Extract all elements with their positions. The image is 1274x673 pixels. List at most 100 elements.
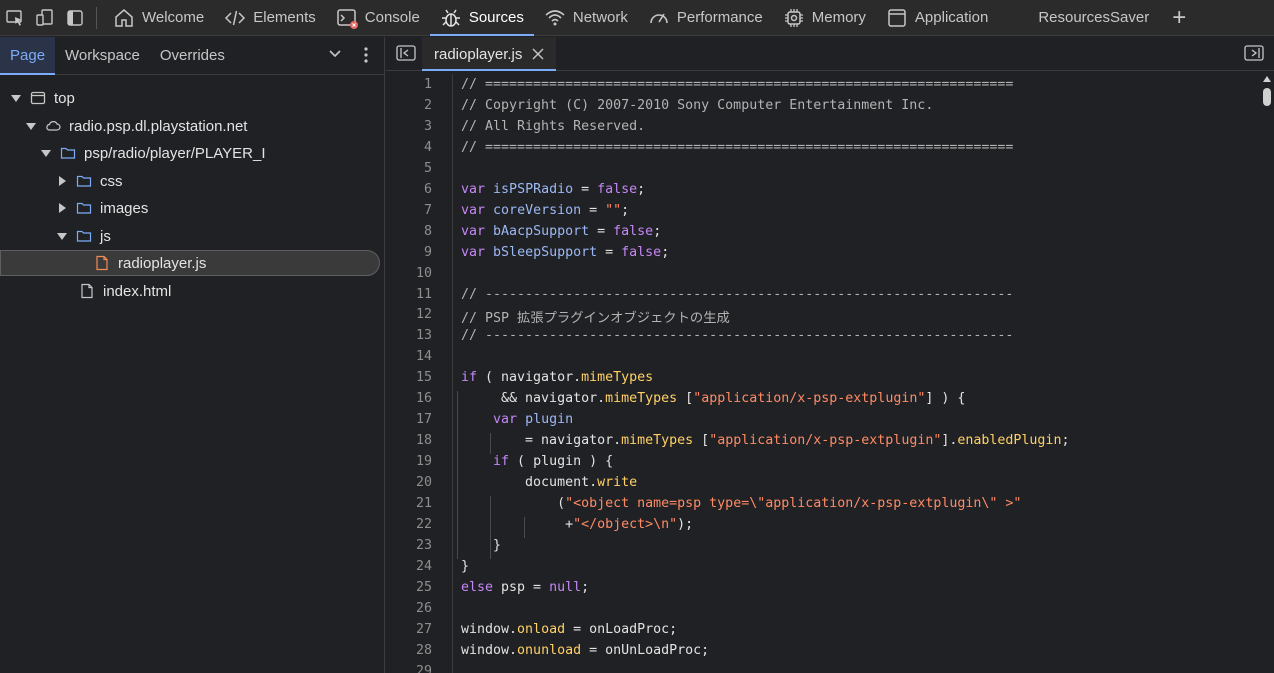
expanded-triangle-icon — [11, 95, 21, 102]
code-line: var bSleepSupport = false; — [461, 244, 670, 260]
line-number: 24 — [415, 558, 432, 574]
tab-console[interactable]: Console — [326, 0, 430, 36]
code-line: // -------------------------------------… — [461, 286, 1014, 302]
tree-item-folder-css[interactable]: css — [0, 168, 123, 194]
line-number: 2 — [423, 97, 432, 113]
code-line: document.write — [461, 475, 638, 491]
tab-label: Network — [572, 9, 628, 26]
line-number: 13 — [415, 328, 432, 344]
tree-item-label: css — [100, 172, 123, 190]
tree-item-label: radio.psp.dl.playstation.net — [69, 117, 248, 135]
tree-item-top[interactable]: top — [0, 85, 75, 111]
tab-label: Memory — [811, 9, 866, 26]
tree-item-folder-player[interactable]: psp/radio/player/PLAYER_I — [0, 140, 266, 166]
add-tab-button[interactable]: + — [1159, 4, 1199, 32]
tab-resourcessaver[interactable]: ResourcesSaver — [1028, 0, 1159, 36]
tree-item-label: radioplayer.js — [118, 254, 207, 272]
toggle-debugger-icon[interactable] — [1244, 45, 1264, 61]
tree-item-folder-js[interactable]: js — [0, 223, 111, 249]
code-line: var bAacpSupport = false; — [461, 223, 662, 239]
chevron-down-icon[interactable] — [326, 45, 344, 63]
folder-icon — [76, 175, 92, 187]
expanded-triangle-icon — [41, 150, 51, 157]
scroll-up-icon[interactable] — [1263, 76, 1271, 82]
tab-sources[interactable]: Sources — [429, 0, 534, 36]
code-line: } — [461, 558, 470, 574]
code-line: // All Rights Reserved. — [461, 118, 646, 134]
line-number: 14 — [415, 349, 432, 365]
tree-item-label: js — [100, 227, 111, 245]
code-line: if ( navigator.mimeTypes — [461, 370, 654, 386]
line-number: 8 — [423, 223, 432, 239]
console-icon — [337, 8, 358, 29]
tab-performance[interactable]: Performance — [638, 0, 773, 36]
code-line: // Copyright (C) 2007-2010 Sony Computer… — [461, 97, 934, 113]
tab-workspace[interactable]: Workspace — [55, 37, 150, 75]
tab-radioplayer-js[interactable]: radioplayer.js — [422, 37, 557, 71]
line-number: 25 — [415, 579, 432, 595]
more-options-icon[interactable] — [360, 44, 372, 66]
folder-icon — [76, 230, 92, 242]
devtools-toolbar: Welcome Elements Console Sources Network… — [0, 0, 1274, 36]
line-number: 6 — [423, 181, 432, 197]
toggle-navigator-icon[interactable] — [396, 45, 416, 61]
indent-guide — [524, 516, 525, 538]
close-icon[interactable] — [532, 48, 544, 60]
code-line: if ( plugin ) { — [493, 454, 614, 470]
line-number: 4 — [423, 139, 432, 155]
tree-item-folder-images[interactable]: images — [0, 195, 148, 221]
line-number: 12 — [415, 307, 432, 323]
line-number: 16 — [415, 391, 432, 407]
code-line: // PSP 拡張プラグインオブジェクトの生成 — [461, 311, 730, 327]
tree-item-domain[interactable]: radio.psp.dl.playstation.net — [0, 113, 247, 139]
scrollbar-thumb[interactable] — [1263, 88, 1271, 106]
tree-item-label: psp/radio/player/PLAYER_I — [84, 144, 266, 162]
indent-guide — [457, 391, 458, 559]
line-number: 22 — [415, 516, 432, 532]
line-number: 5 — [423, 160, 432, 176]
bug-icon — [441, 9, 460, 27]
vertical-scrollbar[interactable] — [1260, 74, 1274, 673]
line-number: 15 — [415, 370, 432, 386]
tab-overrides[interactable]: Overrides — [150, 37, 235, 75]
js-file-icon — [96, 255, 108, 271]
line-number: 10 — [415, 265, 432, 281]
code-line: && navigator.mimeTypes ["application/x-p… — [461, 391, 966, 407]
chip-icon — [784, 8, 803, 27]
editor-tab-bar: radioplayer.js — [386, 37, 1274, 71]
tab-memory[interactable]: Memory — [773, 0, 876, 36]
tab-elements[interactable]: Elements — [214, 0, 326, 36]
line-number: 1 — [423, 77, 432, 92]
navigator-tabs: Page Workspace Overrides — [0, 36, 384, 75]
code-editor[interactable]: 1 2 3 4 5 6 7 8 9 10 11 12 13 14 15 16 17 18 19 20 21 22 23 24 2… — [386, 74, 1260, 673]
line-number: 11 — [415, 286, 432, 302]
tree-item-index-html[interactable]: index.html — [0, 278, 171, 304]
frame-icon — [30, 91, 46, 105]
line-number: 3 — [423, 118, 432, 134]
inspect-element-icon[interactable] — [0, 0, 30, 36]
tab-label: Performance — [676, 9, 763, 26]
device-toolbar-icon[interactable] — [30, 0, 60, 36]
folder-icon — [60, 147, 76, 159]
tree-item-label: index.html — [103, 282, 172, 300]
tab-application[interactable]: Application — [876, 0, 998, 36]
tab-page[interactable]: Page — [0, 36, 56, 75]
line-number: 21 — [415, 496, 432, 511]
line-number: 18 — [415, 433, 432, 449]
dock-side-icon[interactable] — [60, 0, 90, 36]
code-tags-icon — [225, 10, 246, 25]
tree-item-radioplayer-js[interactable]: radioplayer.js — [0, 250, 380, 276]
line-number-gutter: 1 2 3 4 5 6 7 8 9 10 11 12 13 14 15 16 17 18 19 20 21 22 23 24 2… — [386, 74, 453, 673]
tab-network[interactable]: Network — [534, 0, 638, 36]
tab-label: Application — [914, 9, 989, 26]
line-number: 29 — [415, 663, 432, 673]
line-number: 17 — [415, 412, 432, 428]
line-number: 20 — [415, 475, 432, 491]
code-line: var coreVersion = ""; — [461, 202, 630, 218]
line-number: 7 — [423, 202, 432, 218]
toolbar-divider — [96, 6, 97, 29]
tab-label: Sources — [468, 9, 524, 26]
tab-welcome[interactable]: Welcome — [103, 0, 214, 36]
gauge-icon — [650, 13, 668, 23]
window-icon — [888, 8, 906, 27]
